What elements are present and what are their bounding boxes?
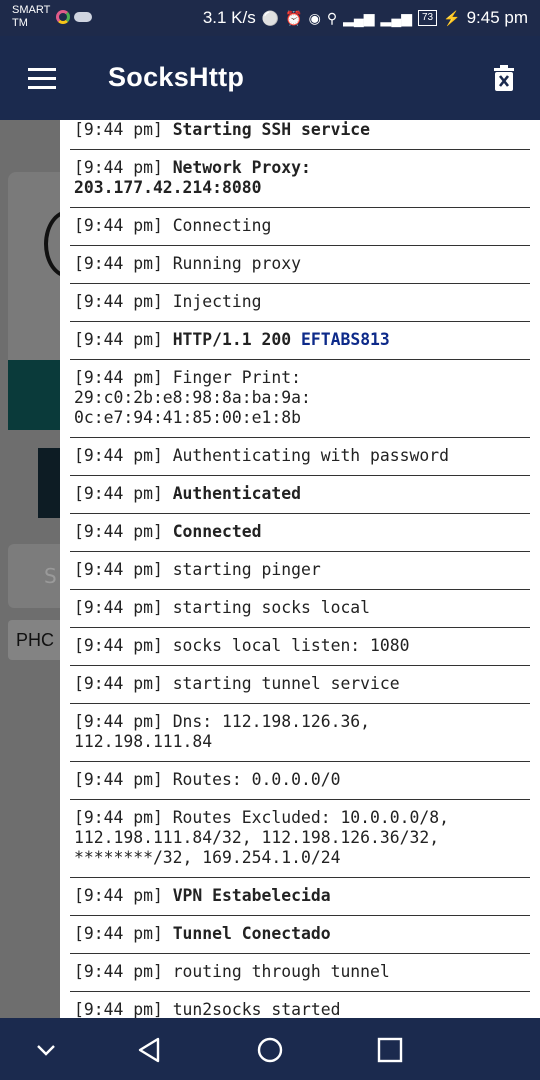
log-timestamp: [9:44 pm] bbox=[74, 598, 163, 617]
log-timestamp: [9:44 pm] bbox=[74, 674, 163, 693]
log-entry: [9:44 pm] VPN Estabelecida bbox=[70, 878, 530, 916]
log-entry: [9:44 pm] Injecting bbox=[70, 284, 530, 322]
log-entry: [9:44 pm] Routes: 0.0.0.0/0 bbox=[70, 762, 530, 800]
background-input: S bbox=[8, 544, 68, 608]
log-highlight: EFTABS813 bbox=[300, 330, 390, 349]
app-multicolor-icon bbox=[56, 10, 70, 24]
log-message: HTTP/1.1 200 bbox=[172, 330, 301, 349]
log-message: tun2socks started bbox=[172, 1000, 341, 1018]
log-message: VPN Estabelecida bbox=[172, 886, 331, 905]
log-message: Running proxy bbox=[172, 254, 301, 273]
log-timestamp: [9:44 pm] bbox=[74, 712, 163, 731]
log-entry: [9:44 pm] Authenticated bbox=[70, 476, 530, 514]
log-entry: [9:44 pm] Network Proxy: 203.177.42.214:… bbox=[70, 150, 530, 208]
clock: 9:45 pm bbox=[466, 8, 528, 27]
log-timestamp: [9:44 pm] bbox=[74, 446, 163, 465]
recents-icon[interactable] bbox=[370, 1034, 410, 1066]
log-message: Connected bbox=[172, 522, 262, 541]
log-timestamp: [9:44 pm] bbox=[74, 924, 163, 943]
signal-icon: ▂▄▆ bbox=[343, 9, 375, 26]
log-timestamp: [9:44 pm] bbox=[74, 120, 163, 139]
log-message: starting pinger bbox=[172, 560, 321, 579]
background-card-footer bbox=[8, 360, 68, 430]
log-entry: [9:44 pm] Connecting bbox=[70, 208, 530, 246]
delete-log-icon[interactable] bbox=[492, 64, 516, 92]
log-entry: [9:44 pm] Starting SSH service bbox=[70, 120, 530, 150]
log-entry: [9:44 pm] socks local listen: 1080 bbox=[70, 628, 530, 666]
navigation-bar bbox=[0, 1018, 540, 1080]
alarm-icon: ⏰ bbox=[285, 9, 303, 26]
cloud-icon bbox=[74, 12, 92, 22]
vpn-key-icon: ⚪ bbox=[261, 9, 280, 26]
log-list: [9:44 pm] Starting SSH service [9:44 pm] … bbox=[70, 120, 530, 1018]
log-message: Tunnel Conectado bbox=[172, 924, 331, 943]
log-timestamp: [9:44 pm] bbox=[74, 808, 163, 827]
log-entry: [9:44 pm] Connected bbox=[70, 514, 530, 552]
log-entry: [9:44 pm] starting tunnel service bbox=[70, 666, 530, 704]
background-dropdown: PHC bbox=[8, 620, 68, 660]
menu-icon[interactable] bbox=[28, 68, 56, 89]
log-entry: [9:44 pm] Routes Excluded: 10.0.0.0/8, 1… bbox=[70, 800, 530, 878]
log-message: Authenticating with password bbox=[172, 446, 449, 465]
home-icon[interactable] bbox=[250, 1034, 290, 1066]
log-timestamp: [9:44 pm] bbox=[74, 636, 163, 655]
log-entry: [9:44 pm] Authenticating with password bbox=[70, 438, 530, 476]
chevron-down-icon[interactable] bbox=[26, 1034, 66, 1066]
notification-icons bbox=[56, 10, 92, 24]
app-title: SocksHttp bbox=[108, 62, 245, 92]
log-timestamp: [9:44 pm] bbox=[74, 560, 163, 579]
log-entry: [9:44 pm] Finger Print: 29:c0:2b:e8:98:8… bbox=[70, 360, 530, 438]
back-icon[interactable] bbox=[130, 1034, 170, 1066]
log-message: Starting SSH service bbox=[172, 120, 371, 139]
log-timestamp: [9:44 pm] bbox=[74, 886, 163, 905]
key-icon: ⚲ bbox=[326, 9, 338, 26]
charging-icon: ⚡ bbox=[443, 9, 461, 26]
log-drawer[interactable]: [9:44 pm] Starting SSH service [9:44 pm] … bbox=[60, 120, 540, 1018]
log-timestamp: [9:44 pm] bbox=[74, 216, 163, 235]
log-entry: [9:44 pm] Running proxy bbox=[70, 246, 530, 284]
log-timestamp: [9:44 pm] bbox=[74, 254, 163, 273]
log-entry: [9:44 pm] starting socks local bbox=[70, 590, 530, 628]
log-message: Routes: 0.0.0.0/0 bbox=[172, 770, 341, 789]
log-entry: [9:44 pm] starting pinger bbox=[70, 552, 530, 590]
battery-icon: 73 bbox=[418, 10, 438, 26]
app-bar: SocksHttp bbox=[0, 36, 540, 120]
log-message: starting socks local bbox=[172, 598, 371, 617]
log-entry: [9:44 pm] routing through tunnel bbox=[70, 954, 530, 992]
log-timestamp: [9:44 pm] bbox=[74, 522, 163, 541]
log-timestamp: [9:44 pm] bbox=[74, 1000, 163, 1018]
log-entry: [9:44 pm] tun2socks started bbox=[70, 992, 530, 1018]
log-message: Injecting bbox=[172, 292, 262, 311]
log-timestamp: [9:44 pm] bbox=[74, 484, 163, 503]
log-entry: [9:44 pm] Tunnel Conectado bbox=[70, 916, 530, 954]
log-message: routing through tunnel bbox=[172, 962, 390, 981]
log-message: starting tunnel service bbox=[172, 674, 400, 693]
status-bar: SMART TM 3.1 K/s ⚪ ⏰ ◉ ⚲ ▂▄▆ ▂▄▆ 73 ⚡ 9:… bbox=[0, 0, 540, 36]
status-indicators: 3.1 K/s ⚪ ⏰ ◉ ⚲ ▂▄▆ ▂▄▆ 73 ⚡ 9:45 pm bbox=[203, 8, 528, 28]
log-entry: [9:44 pm] HTTP/1.1 200 EFTABS813 bbox=[70, 322, 530, 360]
log-timestamp: [9:44 pm] bbox=[74, 158, 163, 177]
network-speed: 3.1 K/s bbox=[202, 8, 256, 27]
log-timestamp: [9:44 pm] bbox=[74, 330, 163, 349]
log-timestamp: [9:44 pm] bbox=[74, 770, 163, 789]
log-timestamp: [9:44 pm] bbox=[74, 368, 163, 387]
eye-icon: ◉ bbox=[308, 9, 321, 26]
log-message: socks local listen: 1080 bbox=[172, 636, 410, 655]
log-timestamp: [9:44 pm] bbox=[74, 962, 163, 981]
log-timestamp: [9:44 pm] bbox=[74, 292, 163, 311]
log-entry: [9:44 pm] Dns: 112.198.126.36, 112.198.1… bbox=[70, 704, 530, 762]
signal-4g-icon: ▂▄▆ bbox=[380, 9, 412, 26]
carrier-label: SMART TM bbox=[12, 4, 51, 29]
log-message: Connecting bbox=[172, 216, 272, 235]
log-message: Authenticated bbox=[172, 484, 301, 503]
